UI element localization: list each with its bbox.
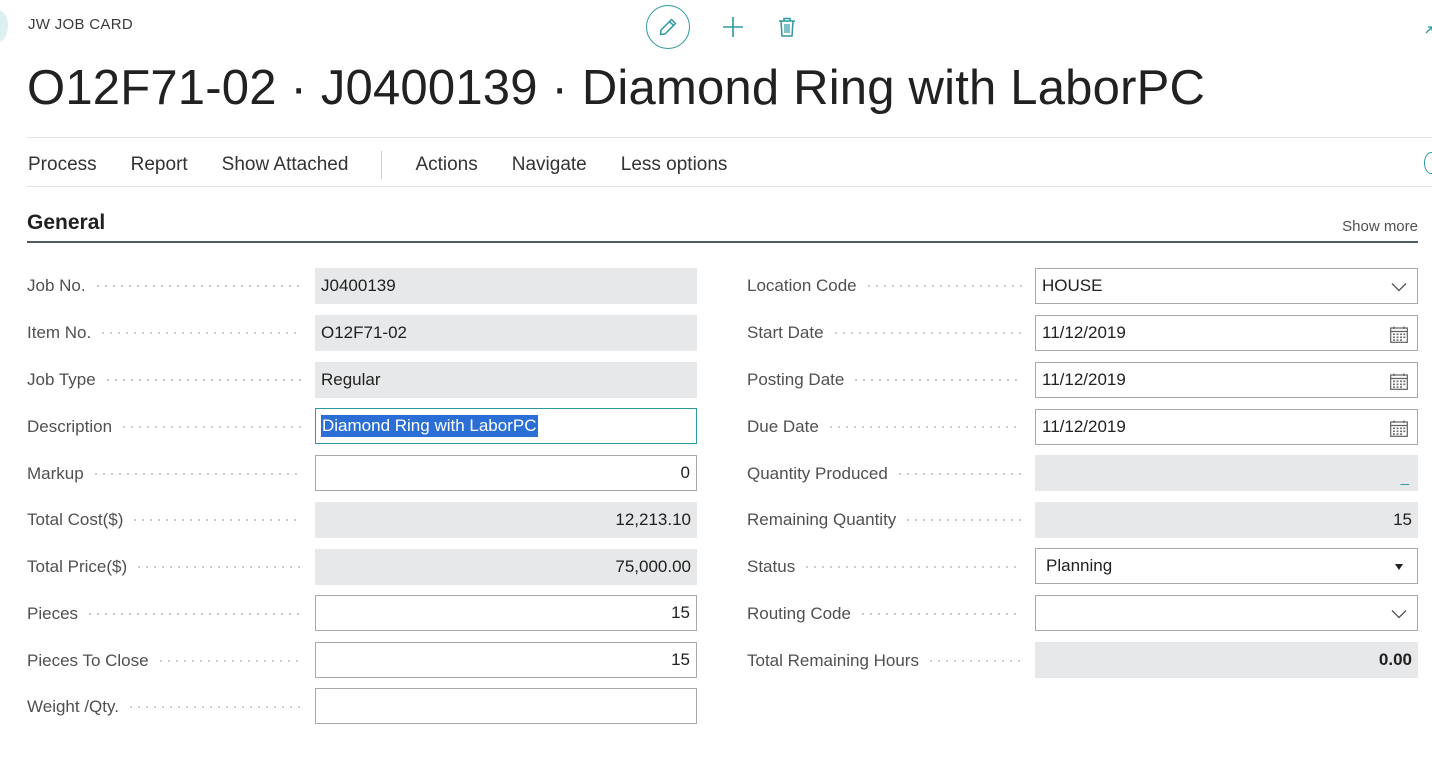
- location-code-value: HOUSE: [1042, 276, 1103, 295]
- menu-divider: [27, 186, 1432, 187]
- pencil-icon: [659, 18, 677, 36]
- action-menu: Process Report Show Attached Actions Nav…: [28, 151, 761, 179]
- start-date-input[interactable]: 11/12/2019: [1035, 315, 1418, 351]
- plus-icon: [723, 17, 743, 37]
- total-remaining-hours-field: 0.00: [1035, 642, 1418, 678]
- field-label-item-no: Item No.: [27, 315, 302, 351]
- routing-code-select[interactable]: [1035, 595, 1418, 631]
- search-icon[interactable]: [1424, 152, 1432, 174]
- page-title: O12F71-02 · J0400139 · Diamond Ring with…: [27, 61, 1206, 115]
- item-no-field: O12F71-02: [315, 315, 697, 351]
- job-no-field: J0400139: [315, 268, 697, 304]
- field-label-pieces: Pieces: [27, 596, 302, 632]
- section-underline: [27, 241, 1418, 243]
- field-label-remaining-quantity: Remaining Quantity: [747, 502, 1022, 538]
- page-action-bar: [646, 5, 803, 49]
- show-more-link[interactable]: Show more: [1342, 218, 1418, 235]
- field-label-routing-code: Routing Code: [747, 596, 1022, 632]
- field-label-total-price: Total Price($): [27, 549, 302, 585]
- posting-date-input[interactable]: 11/12/2019: [1035, 362, 1418, 398]
- section-title-general: General: [27, 211, 106, 234]
- calendar-icon[interactable]: [1389, 418, 1409, 438]
- chevron-down-icon[interactable]: [1389, 604, 1409, 624]
- field-label-weight-qty: Weight /Qty.: [27, 689, 302, 725]
- start-date-value: 11/12/2019: [1042, 323, 1126, 342]
- dropdown-arrow-icon[interactable]: [1389, 557, 1409, 577]
- markup-input[interactable]: 0: [315, 455, 697, 491]
- menu-report[interactable]: Report: [131, 154, 188, 176]
- title-divider: [27, 137, 1432, 138]
- menu-actions[interactable]: Actions: [415, 154, 477, 176]
- app-edge-decoration: [0, 10, 8, 42]
- new-button[interactable]: [717, 11, 749, 43]
- pieces-input[interactable]: 15: [315, 595, 697, 631]
- field-label-start-date: Start Date: [747, 315, 1022, 351]
- description-input[interactable]: Diamond Ring with LaborPC: [315, 408, 697, 444]
- calendar-icon[interactable]: [1389, 324, 1409, 344]
- field-label-job-no: Job No.: [27, 268, 302, 304]
- menu-show-attached[interactable]: Show Attached: [222, 154, 349, 176]
- posting-date-value: 11/12/2019: [1042, 370, 1126, 389]
- description-selected-text: Diamond Ring with LaborPC: [321, 415, 538, 437]
- field-label-total-cost: Total Cost($): [27, 502, 302, 538]
- field-label-due-date: Due Date: [747, 409, 1022, 445]
- menu-less-options[interactable]: Less options: [621, 154, 728, 176]
- quantity-produced-field[interactable]: _: [1035, 455, 1418, 491]
- job-type-field: Regular: [315, 362, 697, 398]
- remaining-quantity-field: 15: [1035, 502, 1418, 538]
- field-label-status: Status: [747, 549, 1022, 585]
- chevron-down-icon[interactable]: [1389, 277, 1409, 297]
- field-label-total-remaining-hours: Total Remaining Hours: [747, 643, 1022, 679]
- trash-icon: [779, 17, 795, 37]
- menu-separator: [381, 151, 383, 179]
- status-select[interactable]: Planning: [1035, 548, 1418, 584]
- field-label-pieces-to-close: Pieces To Close: [27, 643, 302, 679]
- field-label-location-code: Location Code: [747, 268, 1022, 304]
- total-price-field: 75,000.00: [315, 549, 697, 585]
- menu-process[interactable]: Process: [28, 154, 97, 176]
- status-value: Planning: [1046, 556, 1113, 575]
- quantity-produced-drilldown[interactable]: _: [1401, 469, 1409, 486]
- page-type-caption: JW JOB CARD: [28, 16, 133, 33]
- field-label-description: Description: [27, 409, 302, 445]
- total-cost-field: 12,213.10: [315, 502, 697, 538]
- menu-navigate[interactable]: Navigate: [512, 154, 587, 176]
- total-remaining-hours-value: 0.00: [1378, 650, 1412, 669]
- pieces-to-close-input[interactable]: 15: [315, 642, 697, 678]
- field-label-markup: Markup: [27, 456, 302, 492]
- due-date-input[interactable]: 11/12/2019: [1035, 409, 1418, 445]
- field-label-job-type: Job Type: [27, 362, 302, 398]
- edit-button[interactable]: [646, 5, 690, 49]
- weight-qty-input[interactable]: [315, 688, 697, 724]
- location-code-select[interactable]: HOUSE: [1035, 268, 1418, 304]
- calendar-icon[interactable]: [1389, 371, 1409, 391]
- delete-button[interactable]: [771, 11, 803, 43]
- field-label-posting-date: Posting Date: [747, 362, 1022, 398]
- due-date-value: 11/12/2019: [1042, 417, 1126, 436]
- expand-icon[interactable]: [1422, 24, 1432, 36]
- field-label-quantity-produced: Quantity Produced: [747, 456, 1022, 492]
